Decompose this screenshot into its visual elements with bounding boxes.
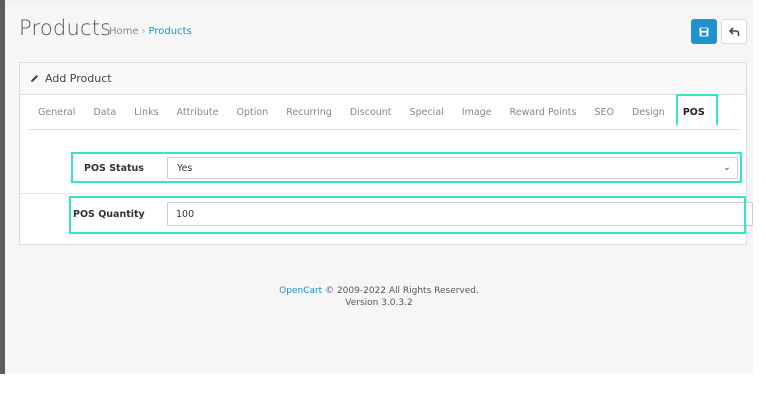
app-content: Products Home › Products Add Product Gener: [5, 4, 753, 374]
back-arrow-icon: [728, 26, 739, 36]
tab-reward-points[interactable]: Reward Points: [501, 107, 586, 118]
panel-heading-title: Add Product: [45, 72, 112, 85]
tab-attribute[interactable]: Attribute: [168, 107, 228, 118]
tab-special[interactable]: Special: [401, 107, 453, 118]
page-title: Products: [19, 16, 112, 40]
tab-image[interactable]: Image: [453, 107, 501, 118]
breadcrumb-home[interactable]: Home: [109, 26, 139, 37]
tab-option[interactable]: Option: [228, 107, 278, 118]
footer-brand-link[interactable]: OpenCart: [279, 286, 322, 296]
tab-seo[interactable]: SEO: [585, 107, 623, 118]
breadcrumb: Home › Products: [109, 26, 192, 37]
tab-recurring[interactable]: Recurring: [277, 107, 341, 118]
pos-quantity-highlight: [69, 196, 746, 234]
save-button[interactable]: [691, 19, 717, 44]
tab-general[interactable]: General: [29, 107, 84, 118]
tab-pos[interactable]: POS: [674, 107, 714, 118]
pos-status-highlight: [71, 152, 742, 183]
product-tabs: General Data Links Attribute Option Recu…: [29, 94, 739, 130]
tab-discount[interactable]: Discount: [341, 107, 401, 118]
tab-data[interactable]: Data: [84, 107, 125, 118]
back-button[interactable]: [721, 19, 747, 44]
save-icon: [699, 27, 709, 36]
footer-copyright-text: © 2009-2022 All Rights Reserved.: [325, 286, 479, 296]
breadcrumb-products[interactable]: Products: [149, 26, 192, 37]
footer-version: Version 3.0.3.2: [345, 298, 413, 308]
pencil-icon: [30, 74, 39, 83]
tab-design[interactable]: Design: [623, 107, 674, 118]
breadcrumb-separator: ›: [141, 26, 146, 37]
footer-copyright: OpenCart © 2009-2022 All Rights Reserved…: [5, 286, 753, 296]
tab-links[interactable]: Links: [125, 107, 167, 118]
panel-heading: Add Product: [20, 63, 746, 95]
add-product-panel: Add Product General Data Links Attribute…: [19, 62, 753, 245]
